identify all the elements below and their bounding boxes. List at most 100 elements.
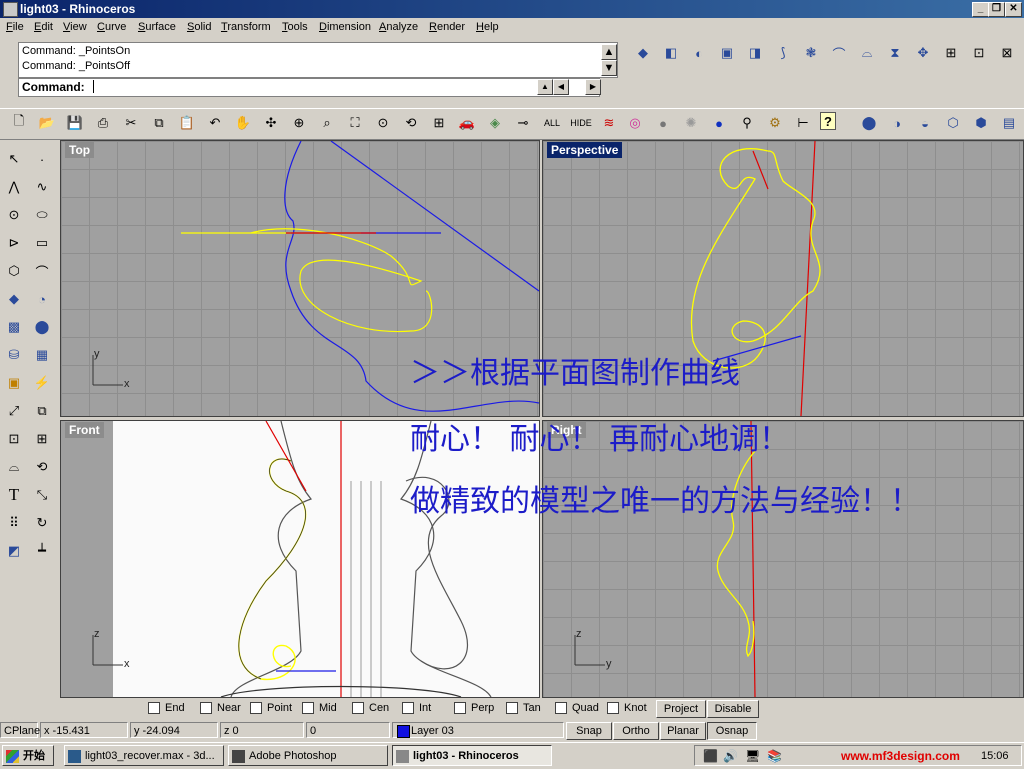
osnap-end-checkbox[interactable]: End — [148, 702, 185, 714]
surface-network-icon[interactable]: ⧗ — [884, 42, 906, 64]
menu-solid[interactable]: Solid — [187, 21, 211, 33]
material-sphere-icon[interactable]: ● — [652, 112, 674, 134]
point-icon[interactable]: · — [31, 148, 53, 170]
project-button[interactable]: Project — [656, 700, 706, 718]
hide-button[interactable]: HIDE — [568, 112, 594, 134]
solid-shell-icon[interactable]: ⬡ — [942, 112, 964, 134]
fillet-curve-icon[interactable]: ⌒ — [31, 260, 53, 282]
solid-intersect-icon[interactable]: ◒ — [914, 112, 936, 134]
zoom-window-icon[interactable]: ⌕ — [316, 112, 338, 134]
osnap-point-checkbox[interactable]: Point — [250, 702, 292, 714]
ellipse-icon[interactable]: ⬭ — [31, 204, 53, 226]
surface-patch-icon[interactable]: ✥ — [912, 42, 934, 64]
surface-sweep-icon[interactable]: ❃ — [800, 42, 822, 64]
tile-view-icon[interactable]: ⊠ — [996, 42, 1018, 64]
osnap-cen-checkbox[interactable]: Cen — [352, 702, 389, 714]
shade-icon[interactable]: ◈ — [484, 112, 506, 134]
array-icon[interactable]: ⊡ — [3, 428, 25, 450]
grid-points-icon[interactable]: ⠿ — [3, 512, 25, 534]
polygon-icon[interactable]: ⬡ — [3, 260, 25, 282]
osnap-near-checkbox[interactable]: Near — [200, 702, 241, 714]
viewport-right[interactable]: Right z y — [542, 420, 1024, 698]
select-arrow-icon[interactable]: ↖ — [3, 148, 25, 170]
menu-surface[interactable]: Surface — [138, 21, 176, 33]
osnap-knot-checkbox[interactable]: Knot — [607, 702, 647, 714]
network-icon[interactable]: 🖥 — [745, 749, 760, 763]
osnap-toggle[interactable]: Osnap — [707, 722, 757, 740]
start-button[interactable]: 开始 — [2, 745, 54, 766]
object-properties-icon[interactable]: ⊸ — [512, 112, 534, 134]
solid-extrude-icon[interactable]: ▤ — [998, 112, 1020, 134]
bend-icon[interactable]: ⌓ — [3, 456, 25, 478]
scroll-right-icon[interactable]: ▶ — [585, 79, 601, 95]
layout-icon[interactable]: ◩ — [3, 540, 25, 562]
menu-file[interactable]: File — [6, 21, 24, 33]
options-gear-icon[interactable]: ⚙ — [764, 112, 786, 134]
surface-edit-icon[interactable]: ◔ — [31, 288, 53, 310]
four-viewports-icon[interactable]: ⊞ — [940, 42, 962, 64]
scroll-up-icon[interactable]: ▲ — [601, 44, 617, 60]
help-button[interactable]: ? — [820, 112, 836, 130]
osnap-mid-checkbox[interactable]: Mid — [302, 702, 337, 714]
show-all-button[interactable]: ALL — [540, 112, 564, 134]
menu-curve[interactable]: Curve — [97, 21, 126, 33]
rotate-view-icon[interactable]: ✣ — [260, 112, 282, 134]
solid-union-icon[interactable]: ⬤ — [858, 112, 880, 134]
open-folder-icon[interactable]: 📂 — [36, 112, 58, 134]
spotlight-icon[interactable]: ⚲ — [736, 112, 758, 134]
solid-box-icon[interactable]: ⬢ — [970, 112, 992, 134]
menu-help[interactable]: Help — [476, 21, 499, 33]
surface-rail-icon[interactable]: ⌒ — [828, 42, 850, 64]
menu-tools[interactable]: Tools — [282, 21, 308, 33]
surface-corner-icon[interactable]: ◆ — [632, 42, 654, 64]
viewport-front[interactable]: Front z x — [60, 420, 540, 698]
polyline-icon[interactable]: ⋀ — [3, 176, 25, 198]
viewport-layout-icon[interactable]: ⊞ — [428, 112, 450, 134]
taskbar-item-photoshop[interactable]: Adobe Photoshop — [228, 745, 388, 766]
text-tool-icon[interactable]: T — [3, 484, 25, 506]
scroll-down-icon[interactable]: ▼ — [601, 60, 617, 76]
layers-icon[interactable]: ≋ — [598, 112, 620, 134]
copy-object-icon[interactable]: ⧉ — [31, 400, 53, 422]
mesh-icon[interactable]: ▦ — [31, 344, 53, 366]
box-solid-icon[interactable]: ▩ — [3, 316, 25, 338]
osnap-quad-checkbox[interactable]: Quad — [555, 702, 599, 714]
dimension-tool-icon[interactable]: ⤡ — [31, 484, 53, 506]
volume-icon[interactable]: 🔊 — [723, 749, 738, 763]
solid-difference-icon[interactable]: ◑ — [886, 112, 908, 134]
scroll-left-icon[interactable]: ◀ — [553, 79, 569, 95]
save-icon[interactable]: 💾 — [64, 112, 86, 134]
minimize-button[interactable]: _ — [972, 2, 989, 17]
surface-blend-icon[interactable]: ⌓ — [856, 42, 878, 64]
spin-up-icon[interactable]: ▲ — [537, 79, 553, 95]
render-car-icon[interactable]: 🚗 — [456, 112, 478, 134]
curve-icon[interactable]: ∿ — [31, 176, 53, 198]
taskbar-item-3dsmax[interactable]: light03_recover.max - 3d... — [64, 745, 224, 766]
new-file-icon[interactable]: 🗋 — [8, 112, 30, 134]
command-line[interactable]: Command: — [18, 78, 600, 97]
ortho-toggle[interactable]: Ortho — [613, 722, 659, 740]
surface-loft-icon[interactable]: ⟆ — [772, 42, 794, 64]
current-layer[interactable]: Layer 03 — [392, 722, 564, 738]
surface-edge-icon[interactable]: ◧ — [660, 42, 682, 64]
zoom-selected-icon[interactable]: ⊙ — [372, 112, 394, 134]
cylinder-icon[interactable]: ⛁ — [3, 344, 25, 366]
osnap-tan-checkbox[interactable]: Tan — [506, 702, 541, 714]
zoom-dynamic-icon[interactable]: ⊕ — [288, 112, 310, 134]
tray-books-icon[interactable]: 📚 — [767, 749, 782, 763]
grid-view-icon[interactable]: ⊡ — [968, 42, 990, 64]
boolean-solid-icon[interactable]: ⬤ — [31, 316, 53, 338]
osnap-perp-checkbox[interactable]: Perp — [454, 702, 494, 714]
rotate-icon[interactable]: ↻ — [31, 512, 53, 534]
blue-sphere-icon[interactable]: ● — [708, 112, 730, 134]
zoom-extents-icon[interactable]: ⛶ — [344, 112, 366, 134]
circle-icon[interactable]: ⊙ — [3, 204, 25, 226]
snap-toggle[interactable]: Snap — [566, 722, 612, 740]
menu-transform[interactable]: Transform — [221, 21, 271, 33]
rhino-app-icon[interactable] — [3, 2, 18, 17]
transform-icon[interactable]: ▣ — [3, 372, 25, 394]
close-button[interactable]: ✕ — [1005, 2, 1022, 17]
move-icon[interactable]: ⤢ — [3, 400, 25, 422]
color-wheel-icon[interactable]: ◎ — [624, 112, 646, 134]
tray-app-icon[interactable]: ⬛ — [703, 749, 718, 763]
